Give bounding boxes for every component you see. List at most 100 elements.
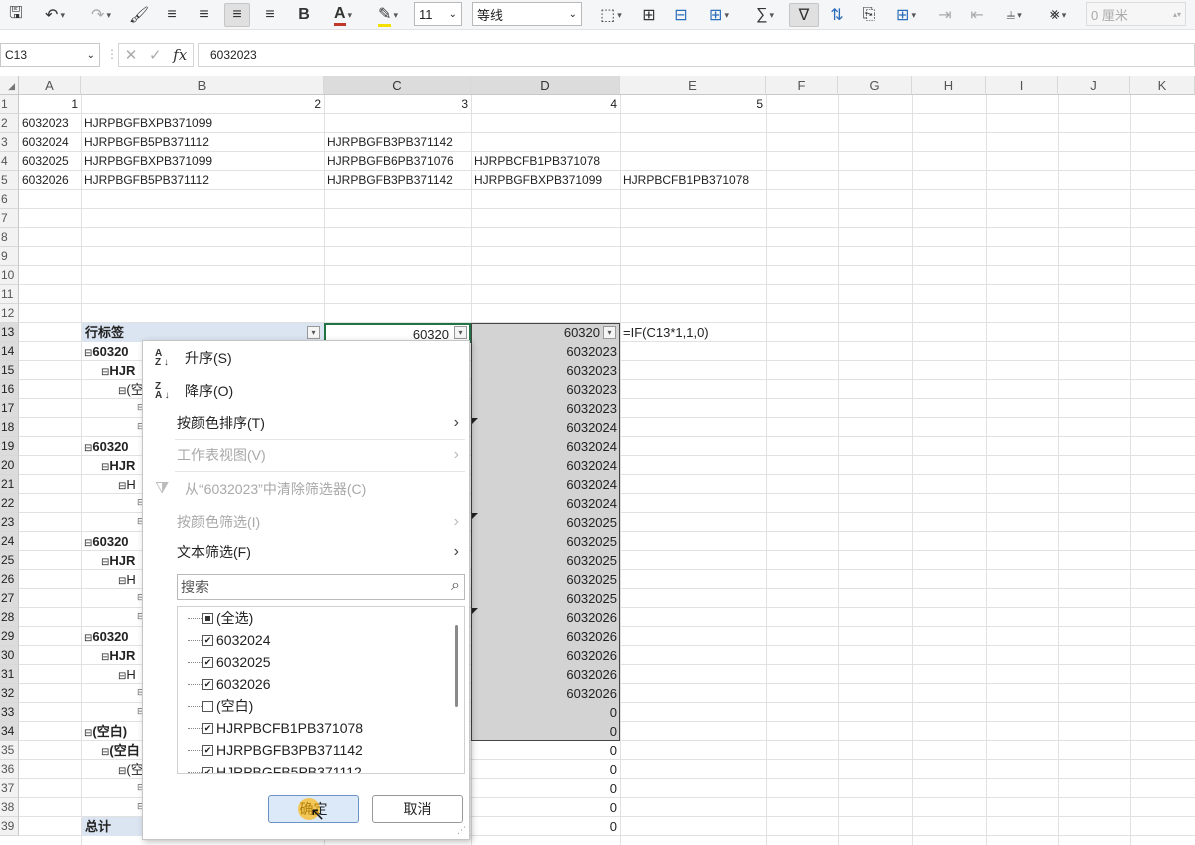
row-header[interactable]: 31: [0, 665, 19, 684]
row-header[interactable]: 21: [0, 475, 19, 494]
table-style-button[interactable]: ⊞ ▾: [888, 3, 924, 27]
row-header[interactable]: 29: [0, 627, 19, 646]
row-header[interactable]: 13: [0, 323, 19, 342]
name-box[interactable]: C13 ⌄: [0, 43, 100, 67]
cell-d-value[interactable]: 6032026: [471, 627, 620, 646]
cell-c1[interactable]: 3: [324, 95, 471, 114]
increase-indent-icon[interactable]: ⇥: [934, 3, 956, 27]
chart-line-button[interactable]: ⨳ ▾: [1040, 3, 1076, 27]
filter-search-input[interactable]: 搜索 ⌕: [177, 574, 465, 600]
row-header[interactable]: 10: [0, 266, 19, 285]
cell-b1[interactable]: 2: [81, 95, 324, 114]
column-header-j[interactable]: J: [1058, 76, 1130, 95]
pivot-row-label[interactable]: ⊟HJR: [101, 551, 142, 572]
align-middle-icon[interactable]: ≡: [224, 3, 250, 27]
save-icon[interactable]: 🖫: [6, 3, 26, 27]
wrap-text-icon[interactable]: ⊟: [670, 3, 692, 27]
cell-b4[interactable]: HJRPBGFBXPB371099: [81, 152, 324, 171]
filter-list-item[interactable]: ✔ HJRPBGFB5PB371112: [178, 761, 362, 773]
row-header[interactable]: 37: [0, 779, 19, 798]
paste-special-icon[interactable]: ⎘: [858, 3, 880, 27]
filter-list-item[interactable]: ✔ 6032026: [178, 673, 271, 695]
row-header[interactable]: 36: [0, 760, 19, 779]
search-icon[interactable]: ⌕: [451, 577, 460, 595]
cell-a3[interactable]: 6032024: [19, 133, 81, 152]
cell-d-value[interactable]: 0: [471, 741, 620, 760]
font-size-select[interactable]: 11 ⌄: [414, 2, 462, 26]
cell-d5[interactable]: HJRPBGFBXPB371099: [471, 171, 620, 190]
cell-d-value[interactable]: 0: [471, 703, 620, 722]
row-header[interactable]: 25: [0, 551, 19, 570]
cell-d-value[interactable]: 6032023: [471, 361, 620, 380]
cell-a1[interactable]: 1: [19, 95, 81, 114]
cell-d-value[interactable]: 0: [471, 722, 620, 741]
cell-b2[interactable]: HJRPBGFBXPB371099: [81, 114, 324, 133]
pivot-row-label[interactable]: ⊟(空白: [101, 741, 142, 762]
cell-d-value[interactable]: 6032025: [471, 513, 620, 532]
sort-descending-item[interactable]: ZA ↓ 降序(O): [143, 376, 469, 406]
cell-d-value[interactable]: 6032024: [471, 456, 620, 475]
redo-button[interactable]: ↷ ▾: [84, 3, 118, 27]
fill-color-button[interactable]: ✎ ▾: [370, 3, 406, 27]
row-header[interactable]: 20: [0, 456, 19, 475]
row-header[interactable]: 2: [0, 114, 19, 133]
column-header-f[interactable]: F: [766, 76, 838, 95]
sort-ascending-item[interactable]: AZ ↓ 升序(S): [143, 343, 469, 373]
cell-d-value[interactable]: 6032026: [471, 646, 620, 665]
pivot-row-label[interactable]: ⊟(空: [118, 380, 142, 401]
pivot-row-label[interactable]: ⊟H: [118, 475, 142, 496]
select-all-corner[interactable]: ◢: [0, 76, 19, 95]
row-header[interactable]: 15: [0, 361, 19, 380]
cell-a5[interactable]: 6032026: [19, 171, 81, 190]
resize-grip-icon[interactable]: ⋰: [457, 825, 466, 836]
cell-d1[interactable]: 4: [471, 95, 620, 114]
pivot-row-label[interactable]: ⊟(空白): [84, 722, 142, 743]
cell-d-value[interactable]: 6032024: [471, 437, 620, 456]
cell-a4[interactable]: 6032025: [19, 152, 81, 171]
row-header[interactable]: 9: [0, 247, 19, 266]
filter-dropdown-icon[interactable]: ▾: [454, 326, 467, 339]
filter-dropdown-icon[interactable]: ▾: [307, 326, 320, 339]
pivot-row-label[interactable]: ⊟H: [118, 665, 142, 686]
cell-d-value[interactable]: 6032025: [471, 532, 620, 551]
sort-icon[interactable]: ⇅: [826, 3, 848, 27]
checkbox[interactable]: ✔: [202, 744, 213, 756]
row-header[interactable]: 7: [0, 209, 19, 228]
confirm-icon[interactable]: ✓: [149, 46, 162, 64]
pivot-row-label[interactable]: ⊟60320: [84, 437, 142, 458]
row-header[interactable]: 32: [0, 684, 19, 703]
cell-d-value[interactable]: 0: [471, 760, 620, 779]
row-header[interactable]: 30: [0, 646, 19, 665]
column-header-b[interactable]: B: [81, 76, 324, 95]
text-filter-item[interactable]: 文本筛选(F) ›: [143, 537, 469, 567]
pivot-row-label[interactable]: ⊟HJR: [101, 361, 142, 382]
decrease-indent-icon[interactable]: ⇤: [966, 3, 988, 27]
row-header[interactable]: 26: [0, 570, 19, 589]
row-header[interactable]: 33: [0, 703, 19, 722]
cell-b3[interactable]: HJRPBGFB5PB371112: [81, 133, 324, 152]
fx-icon[interactable]: fx: [173, 46, 187, 64]
grid-icon[interactable]: ⊞: [638, 3, 660, 27]
row-header[interactable]: 8: [0, 228, 19, 247]
borders-button[interactable]: ⬚ ▾: [594, 3, 628, 27]
cell-d-value[interactable]: 6032026: [471, 665, 620, 684]
column-header-h[interactable]: H: [912, 76, 986, 95]
cell-d-value[interactable]: 6032026: [471, 608, 620, 627]
pivot-row-label[interactable]: ⊟H: [118, 570, 142, 591]
row-header[interactable]: 19: [0, 437, 19, 456]
filter-list-item[interactable]: (全选): [178, 607, 253, 629]
cell-e5[interactable]: HJRPBCFB1PB371078: [620, 171, 766, 190]
row-header[interactable]: 14: [0, 342, 19, 361]
filter-icon[interactable]: ∇: [789, 3, 819, 27]
cell-d-value[interactable]: 6032023: [471, 399, 620, 418]
pivot-row-label[interactable]: ⊟HJR: [101, 646, 142, 667]
font-color-button[interactable]: A ▾: [325, 3, 361, 27]
column-header-d[interactable]: D: [471, 76, 620, 95]
filter-list-item[interactable]: ✔ 6032024: [178, 629, 271, 651]
cell-d-value[interactable]: 6032026: [471, 684, 620, 703]
row-header[interactable]: 6: [0, 190, 19, 209]
row-header[interactable]: 35: [0, 741, 19, 760]
align-right-icon[interactable]: ≡: [258, 3, 282, 27]
row-header[interactable]: 17: [0, 399, 19, 418]
cell-d-value[interactable]: 6032025: [471, 570, 620, 589]
